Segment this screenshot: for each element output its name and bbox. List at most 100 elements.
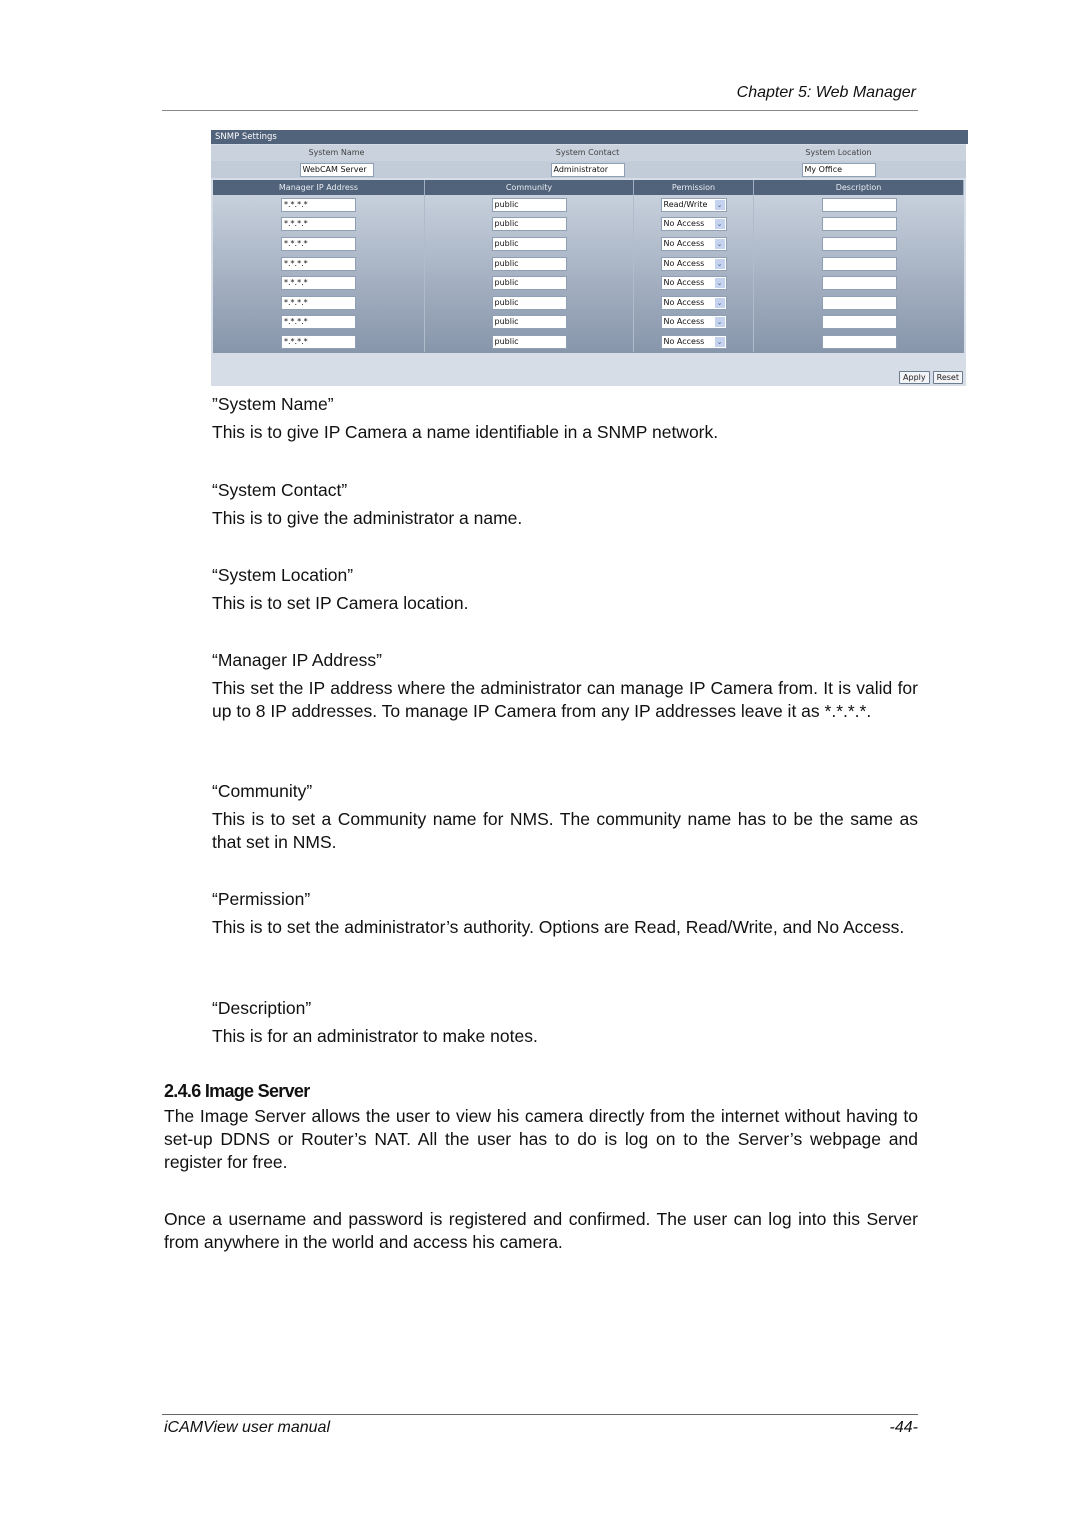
- manager-ip-input[interactable]: *.*.*.*: [281, 236, 356, 251]
- field-term: ”System Name”: [212, 394, 334, 414]
- table-row: *.*.*.* public No Access ⌄: [213, 312, 964, 333]
- permission-value: No Access: [663, 219, 705, 229]
- chevron-down-icon[interactable]: ⌄: [714, 336, 725, 347]
- system-name-label: System Name: [308, 148, 365, 157]
- description-input[interactable]: [821, 217, 897, 232]
- permission-select[interactable]: No Access ⌄: [660, 256, 727, 271]
- reset-button[interactable]: Reset: [932, 371, 963, 384]
- system-name-input[interactable]: WebCAM Server: [299, 162, 374, 177]
- field-term: “Permission”: [212, 889, 311, 909]
- system-contact-label: System Contact: [555, 148, 620, 157]
- manager-ip-input[interactable]: *.*.*.*: [281, 197, 356, 212]
- community-input[interactable]: public: [491, 295, 567, 310]
- page-number: -44-: [889, 1419, 918, 1436]
- manager-ip-input[interactable]: *.*.*.*: [281, 217, 356, 232]
- column-header-description: Description: [754, 180, 964, 195]
- system-labels-row: System Name System Contact System Locati…: [211, 145, 966, 161]
- description-input[interactable]: [821, 315, 897, 330]
- description-input[interactable]: [821, 276, 897, 291]
- table-row: *.*.*.* public Read/Write ⌄: [213, 195, 964, 215]
- chevron-down-icon[interactable]: ⌄: [714, 317, 725, 328]
- field-term: “Manager IP Address”: [212, 650, 382, 670]
- description-block: “Community” This is to set a Community na…: [212, 780, 918, 854]
- field-term: “System Location”: [212, 565, 354, 585]
- table-row: *.*.*.* public No Access ⌄: [213, 214, 964, 235]
- manager-ip-input[interactable]: *.*.*.*: [281, 256, 356, 271]
- manual-title: iCAMView user manual: [164, 1419, 330, 1436]
- description-input[interactable]: [821, 295, 897, 310]
- field-explanation: This is to give the administrator a name…: [212, 508, 523, 528]
- community-input[interactable]: public: [491, 315, 567, 330]
- system-location-label: System Location: [805, 148, 872, 157]
- description-input[interactable]: [821, 256, 897, 271]
- description-block: “System Contact” This is to give the admi…: [212, 479, 918, 530]
- description-input[interactable]: [821, 236, 897, 251]
- field-explanation: This set the IP address where the admini…: [212, 678, 918, 721]
- field-term: “Description”: [212, 998, 312, 1018]
- manager-table-header: Manager IP Address Community Permission …: [213, 180, 964, 195]
- field-term: “Community”: [212, 781, 313, 801]
- page-footer: iCAMView user manual -44-: [162, 1414, 918, 1436]
- chevron-down-icon[interactable]: ⌄: [714, 238, 725, 249]
- permission-value: Read/Write: [663, 199, 708, 209]
- manager-ip-input[interactable]: *.*.*.*: [281, 315, 356, 330]
- manager-ip-input[interactable]: *.*.*.*: [281, 295, 356, 310]
- description-block: “Permission” This is to set the administr…: [212, 888, 918, 939]
- field-explanation: This is to give IP Camera a name identif…: [212, 422, 719, 442]
- community-input[interactable]: public: [491, 256, 567, 271]
- permission-select[interactable]: No Access ⌄: [660, 217, 727, 232]
- description-input[interactable]: [821, 197, 897, 212]
- description-block: “Manager IP Address” This set the IP addr…: [212, 649, 918, 723]
- description-block: “Description” This is for an administrato…: [212, 997, 918, 1048]
- page-header: Chapter 5: Web Manager: [162, 82, 918, 111]
- permission-select[interactable]: No Access ⌄: [660, 315, 727, 330]
- permission-value: No Access: [663, 297, 705, 307]
- field-explanation: This is to set the administrator’s autho…: [212, 917, 905, 937]
- description-input[interactable]: [821, 334, 897, 349]
- apply-button[interactable]: Apply: [899, 371, 930, 384]
- chevron-down-icon[interactable]: ⌄: [714, 258, 725, 269]
- system-location-input[interactable]: My Office: [801, 162, 876, 177]
- system-inputs-row: WebCAM Server Administrator My Office: [211, 161, 966, 178]
- form-buttons: Apply Reset: [899, 371, 963, 384]
- field-explanation: This is for an administrator to make not…: [212, 1026, 538, 1046]
- permission-value: No Access: [663, 336, 705, 346]
- field-explanation: This is to set IP Camera location.: [212, 593, 469, 613]
- community-input[interactable]: public: [491, 236, 567, 251]
- field-term: “System Contact”: [212, 480, 348, 500]
- table-row: *.*.*.* public No Access ⌄: [213, 273, 964, 293]
- chevron-down-icon[interactable]: ⌄: [714, 199, 725, 210]
- section-heading: 2.4.6 Image Server: [164, 1081, 310, 1101]
- manager-ip-input[interactable]: *.*.*.*: [281, 334, 356, 349]
- community-input[interactable]: public: [491, 197, 567, 212]
- permission-value: No Access: [663, 238, 705, 248]
- table-row: *.*.*.* public No Access ⌄: [213, 253, 964, 274]
- permission-select[interactable]: No Access ⌄: [660, 276, 727, 291]
- permission-value: No Access: [663, 278, 705, 288]
- manager-table-body: *.*.*.* public Read/Write ⌄ *.*.*.* public No …: [213, 195, 964, 353]
- field-explanation: This is to set a Community name for NMS.…: [212, 809, 918, 852]
- community-input[interactable]: public: [491, 334, 567, 349]
- chevron-down-icon[interactable]: ⌄: [714, 219, 725, 230]
- community-input[interactable]: public: [491, 217, 567, 232]
- table-row: *.*.*.* public No Access ⌄: [213, 292, 964, 313]
- permission-select[interactable]: No Access ⌄: [660, 236, 727, 251]
- permission-select[interactable]: No Access ⌄: [660, 334, 727, 349]
- table-row: *.*.*.* public No Access ⌄: [213, 234, 964, 254]
- permission-select[interactable]: No Access ⌄: [660, 295, 727, 310]
- system-contact-input[interactable]: Administrator: [550, 162, 625, 177]
- manager-ip-input[interactable]: *.*.*.*: [281, 276, 356, 291]
- chevron-down-icon[interactable]: ⌄: [714, 297, 725, 308]
- column-header-permission: Permission: [634, 180, 754, 195]
- permission-value: No Access: [663, 317, 705, 327]
- chevron-down-icon[interactable]: ⌄: [714, 278, 725, 289]
- community-input[interactable]: public: [491, 276, 567, 291]
- column-header-manager-ip: Manager IP Address: [213, 180, 425, 195]
- permission-select[interactable]: Read/Write ⌄: [660, 197, 727, 212]
- column-header-community: Community: [425, 180, 634, 195]
- description-block: “System Location” This is to set IP Camer…: [212, 564, 918, 615]
- section-paragraph: Once a username and password is register…: [164, 1209, 918, 1252]
- snmp-settings-title: SNMP Settings: [211, 130, 968, 144]
- chapter-title: Chapter 5: Web Manager: [736, 84, 916, 101]
- snmp-settings-panel: SNMP Settings System Name System Contact…: [211, 130, 968, 386]
